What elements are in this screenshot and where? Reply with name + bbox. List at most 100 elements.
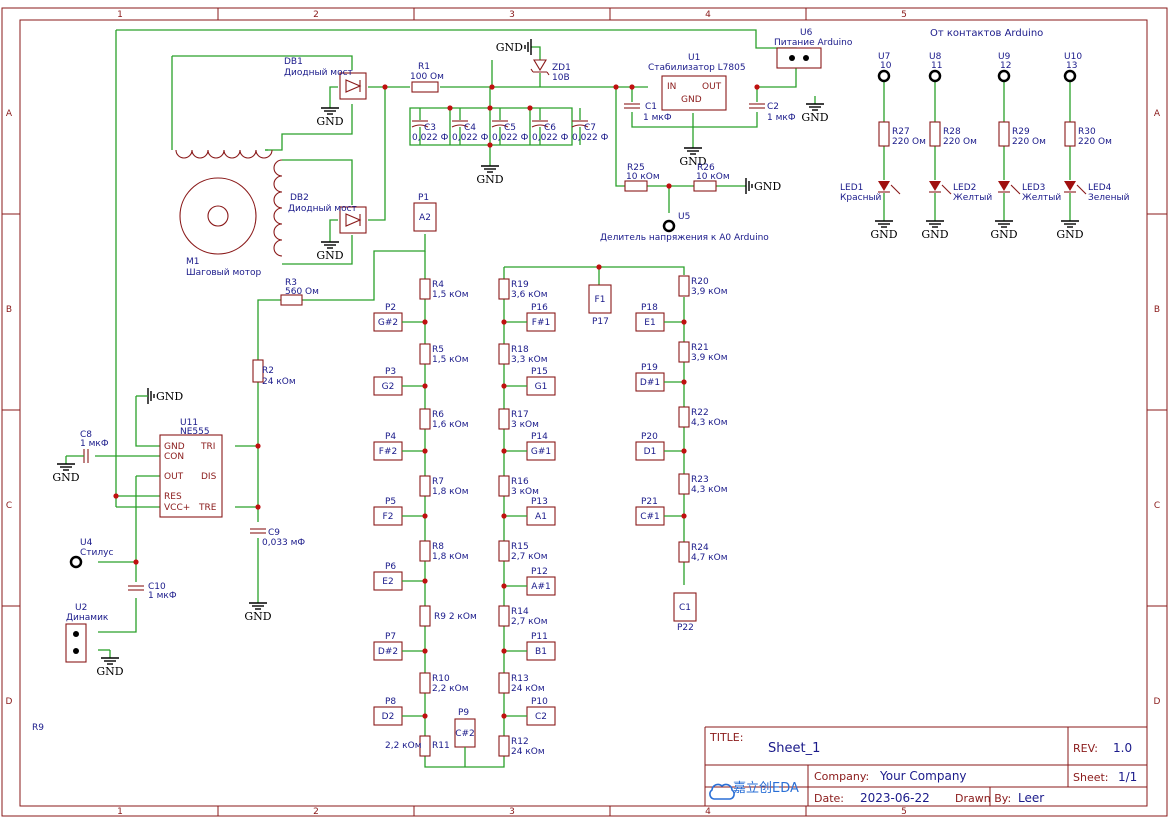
- pad-p2-ref: P2: [385, 303, 396, 313]
- pad-p8-note: D2: [382, 712, 395, 722]
- pad-p21: C#1 P21: [635, 497, 665, 526]
- ground-symbol: GND: [316, 100, 344, 128]
- pad-p12-note: A#1: [531, 582, 550, 592]
- led-channel-u8: U811R28220 ОмLED2Желтый: [928, 52, 992, 203]
- c2-ref: C2: [767, 102, 779, 112]
- ruler-row-A: A: [6, 109, 13, 119]
- u5-name: Делитель напряжения к A0 Arduino: [600, 233, 769, 243]
- r15-value: 2,7 кОм: [511, 552, 547, 562]
- arduino-pin-terminal: [997, 69, 1011, 83]
- pad-p4-note: F#2: [379, 447, 397, 457]
- r23-ref: R23: [691, 475, 709, 485]
- r15-ref: R15: [511, 542, 529, 552]
- pad-p19-ref: P19: [641, 363, 658, 373]
- r7-value: 1,8 кОм: [432, 487, 468, 497]
- junction-dot: [422, 648, 428, 654]
- r20-ref: R20: [691, 277, 709, 287]
- u1-name: Стабилизатор L7805: [648, 63, 746, 73]
- r29-ref: R29: [1012, 127, 1030, 137]
- ground-symbol: GND: [52, 456, 80, 484]
- resistor-r27: [878, 121, 890, 147]
- r17-value: 3 кОм: [511, 420, 539, 430]
- arduino-pin-terminal: [928, 69, 942, 83]
- resistor-r11: R11 2,2 кОм: [385, 735, 450, 757]
- date-label: Date:: [814, 792, 844, 805]
- gnd-label: GND: [156, 390, 183, 403]
- ruler-row-right-B: B: [1154, 305, 1160, 315]
- c3-ref: C3: [424, 123, 436, 133]
- pad-p4-ref: P4: [385, 432, 396, 442]
- junction-dot: [501, 583, 507, 589]
- r9-label: R9 2 кОм: [434, 612, 477, 622]
- r13-value: 24 кОм: [511, 684, 545, 694]
- r22-ref: R22: [691, 408, 709, 418]
- pad-p5-note: F2: [383, 512, 394, 522]
- r8-ref: R8: [432, 542, 444, 552]
- u11-pin-gnd: GND: [164, 442, 185, 452]
- resistor-r8: R81,8 кОм: [419, 540, 468, 562]
- pad-p14: G#1 P14: [526, 432, 556, 461]
- drawn-by-value: Leer: [1018, 791, 1044, 805]
- arduino-pin-terminal: [877, 69, 891, 83]
- r6-value: 1,6 кОм: [432, 420, 468, 430]
- gnd-label: GND: [496, 41, 523, 54]
- resistor-r1: [411, 81, 439, 93]
- pad-p15-note: G1: [535, 382, 548, 392]
- junction-dot: [754, 84, 760, 90]
- junction-dot: [487, 142, 493, 148]
- u11-pin-tre: TRE: [198, 503, 217, 513]
- pad-p2: G#2 P2: [373, 303, 403, 332]
- u11-pin-res: RES: [164, 492, 182, 502]
- junction-dot: [681, 513, 687, 519]
- arduino-power-connector: [776, 47, 822, 69]
- pad-p15-ref: P15: [531, 367, 548, 377]
- capacitor-c9: [250, 528, 266, 534]
- r4-ref: R4: [432, 280, 444, 290]
- junction-dot: [501, 713, 507, 719]
- zener-zd1: [530, 59, 550, 76]
- ruler-row-right-A: A: [1154, 109, 1161, 119]
- pad-p20-ref: P20: [641, 432, 658, 442]
- ground-symbol: GND: [496, 39, 532, 55]
- sheet-title: Sheet_1: [768, 741, 820, 756]
- resistor-r21: R213,9 кОм: [678, 341, 727, 363]
- led1-color: Красный: [840, 193, 882, 203]
- pad-p1: A2 P1: [413, 193, 437, 232]
- pad-p7-ref: P7: [385, 632, 396, 642]
- led3-color: Желтый: [1022, 193, 1061, 203]
- stray-ref-label: R9: [32, 723, 44, 733]
- title-block: TITLE: Sheet_1 REV: 1.0 Company: Your Co…: [704, 726, 1147, 806]
- resistor-r30: [1064, 121, 1076, 147]
- stylus-terminal: [69, 555, 83, 569]
- junction-dot: [422, 448, 428, 454]
- pad-p9: C#2 P9: [454, 708, 476, 748]
- resistor-r28: [929, 121, 941, 147]
- r28-value: 220 Ом: [943, 137, 977, 147]
- r1-value: 100 Ом: [410, 72, 444, 82]
- u6-name: Питание Arduino: [774, 38, 853, 48]
- pad-p17: F1 P17: [588, 284, 612, 327]
- pad-p14-ref: P14: [531, 432, 548, 442]
- led2-color: Желтый: [953, 193, 992, 203]
- junction-dot: [596, 264, 602, 270]
- junction-dot: [629, 84, 635, 90]
- pad-p12: A#1 P12: [526, 567, 556, 596]
- u11-pin-out: OUT: [164, 472, 184, 482]
- ruler-row-C: C: [6, 501, 12, 511]
- r2-value: 24 кОм: [262, 377, 296, 387]
- led4-ref: LED4: [1088, 183, 1112, 193]
- ground-symbol: GND: [316, 234, 344, 262]
- resistor-r26: [693, 180, 717, 192]
- pad-p8-ref: P8: [385, 697, 396, 707]
- resistor-r13: R1324 кОм: [498, 672, 545, 694]
- pad-p11-note: B1: [535, 647, 547, 657]
- r19-ref: R19: [511, 280, 529, 290]
- u11-pin-dis: DIS: [201, 472, 217, 482]
- led-channel-u10: U1013R30220 ОмLED4Зеленый: [1063, 52, 1130, 203]
- gnd-label: GND: [316, 115, 343, 128]
- generated-elements: GND GND GND GND GND GND GND GND GND GND GND GND GND G…: [52, 39, 1130, 767]
- r14-value: 2,7 кОм: [511, 617, 547, 627]
- sheet-label: Sheet:: [1073, 771, 1109, 784]
- pad-p20: D1 P20: [635, 432, 665, 461]
- u1-ref: U1: [688, 53, 700, 63]
